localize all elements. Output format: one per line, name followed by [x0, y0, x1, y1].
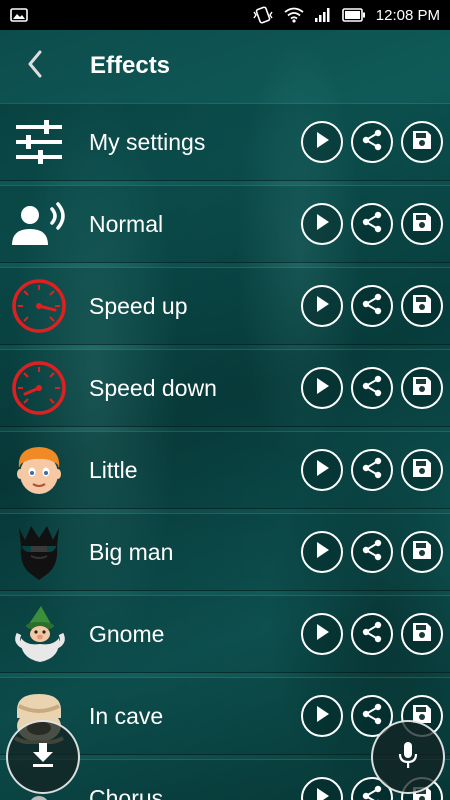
share-icon [361, 457, 383, 484]
effect-row-gnome[interactable]: Gnome [0, 595, 450, 673]
play-button[interactable] [301, 695, 343, 737]
wifi-icon [284, 7, 304, 23]
sliders-icon [0, 103, 78, 181]
microphone-icon [398, 740, 418, 775]
play-button[interactable] [301, 121, 343, 163]
play-icon [314, 213, 330, 236]
play-icon [314, 787, 330, 800]
save-icon [411, 375, 433, 402]
share-icon [361, 293, 383, 320]
record-button[interactable] [371, 720, 445, 794]
effect-row-speed-down[interactable]: Speed down [0, 349, 450, 427]
back-button[interactable] [0, 30, 70, 102]
child-face-icon [0, 431, 78, 509]
share-button[interactable] [351, 613, 393, 655]
save-icon [411, 539, 433, 566]
status-bar: 12:08 PM [0, 0, 450, 30]
bearded-man-icon [0, 513, 78, 591]
play-icon [314, 295, 330, 318]
effect-label: My settings [89, 128, 206, 155]
play-button[interactable] [301, 613, 343, 655]
save-button[interactable] [401, 367, 443, 409]
play-button[interactable] [301, 367, 343, 409]
effect-row-little[interactable]: Little [0, 431, 450, 509]
play-button[interactable] [301, 449, 343, 491]
share-icon [361, 539, 383, 566]
vibrate-icon [252, 6, 274, 24]
share-button[interactable] [351, 121, 393, 163]
effect-row-normal[interactable]: Normal [0, 185, 450, 263]
save-button[interactable] [401, 613, 443, 655]
play-icon [314, 377, 330, 400]
effect-row-my-settings[interactable]: My settings [0, 103, 450, 181]
save-button[interactable] [401, 531, 443, 573]
save-icon [411, 621, 433, 648]
effect-label: Little [89, 456, 138, 483]
share-button[interactable] [351, 531, 393, 573]
clock: 12:08 PM [375, 6, 440, 24]
image-icon [10, 8, 28, 22]
save-icon [411, 129, 433, 156]
share-button[interactable] [351, 285, 393, 327]
share-icon [361, 375, 383, 402]
save-button[interactable] [401, 203, 443, 245]
save-button[interactable] [401, 449, 443, 491]
download-button[interactable] [6, 720, 80, 794]
chevron-left-icon [27, 50, 43, 83]
save-icon [411, 457, 433, 484]
effect-label: Chorus [89, 784, 164, 800]
signal-icon [314, 7, 332, 23]
share-icon [361, 785, 383, 800]
effect-row-big-man[interactable]: Big man [0, 513, 450, 591]
effect-label: In cave [89, 702, 164, 729]
gnome-icon [0, 595, 78, 673]
play-button[interactable] [301, 203, 343, 245]
effect-label: Gnome [89, 620, 165, 647]
person-voice-icon [0, 185, 78, 263]
play-icon [314, 131, 330, 154]
share-icon [361, 129, 383, 156]
effect-label: Normal [89, 210, 164, 237]
effect-label: Big man [89, 538, 174, 565]
save-icon [411, 293, 433, 320]
download-icon [31, 742, 55, 773]
share-icon [361, 621, 383, 648]
play-button[interactable] [301, 531, 343, 573]
save-button[interactable] [401, 121, 443, 163]
share-button[interactable] [351, 203, 393, 245]
play-button[interactable] [301, 285, 343, 327]
page-title: Effects [90, 52, 171, 79]
speedometer-icon [0, 267, 78, 345]
share-button[interactable] [351, 367, 393, 409]
app-bar: Effects [0, 30, 450, 102]
share-button[interactable] [351, 449, 393, 491]
effect-label: Speed up [89, 292, 188, 319]
speedometer-icon [0, 349, 78, 427]
play-icon [314, 705, 330, 728]
play-icon [314, 541, 330, 564]
save-button[interactable] [401, 285, 443, 327]
battery-icon [341, 8, 366, 22]
share-icon [361, 211, 383, 238]
play-button[interactable] [301, 777, 343, 800]
effect-label: Speed down [89, 374, 217, 401]
play-icon [314, 459, 330, 482]
play-icon [314, 623, 330, 646]
effect-row-speed-up[interactable]: Speed up [0, 267, 450, 345]
save-icon [411, 211, 433, 238]
share-icon [361, 703, 383, 730]
